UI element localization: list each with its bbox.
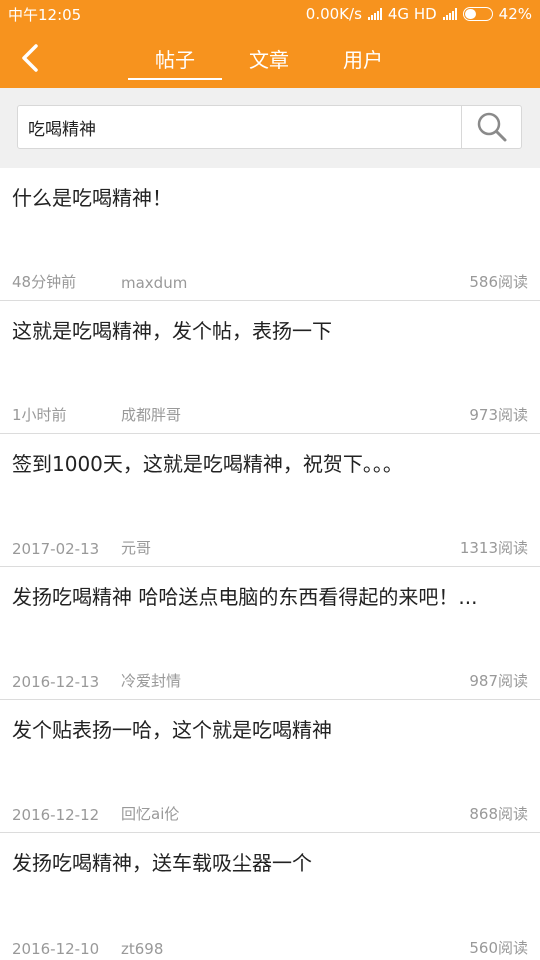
search-button[interactable] [461,106,521,148]
battery-icon [462,7,493,21]
post-author: 成都胖哥 [121,406,182,424]
post-author: 回忆ai伦 [121,805,180,823]
tab-users[interactable]: 用户 [316,28,410,88]
post-read-count: 586阅读 [469,273,528,291]
status-bar: 中午12:05 0.00K/s 4G HD 42% [0,0,540,28]
post-title: 发扬吃喝精神 哈哈送点电脑的东西看得起的来吧！... [12,585,478,609]
search-icon [477,112,506,142]
tab-articles[interactable]: 文章 [222,28,316,88]
post-title: 发扬吃喝精神，送车载吸尘器一个 [12,851,312,875]
post-author: maxdum [121,274,188,292]
search-box [17,105,522,149]
post-title: 发个贴表扬一哈，这个就是吃喝精神 [12,718,332,742]
post-title: 签到1000天，这就是吃喝精神，祝贺下。。。 [12,452,403,476]
post-read-count: 973阅读 [469,406,528,424]
list-item[interactable]: 发扬吃喝精神 哈哈送点电脑的东西看得起的来吧！... 2016-12-13 冷爱… [0,567,540,700]
status-time: 中午12:05 [8,5,82,24]
post-read-count: 868阅读 [469,805,528,823]
post-time: 48分钟前 [12,273,77,291]
post-title: 什么是吃喝精神！ [12,186,172,210]
network-speed: 0.00K/s [305,5,362,23]
post-author: zt698 [121,940,164,958]
list-item[interactable]: 签到1000天，这就是吃喝精神，祝贺下。。。 2017-02-13 元哥 131… [0,434,540,567]
post-read-count: 560阅读 [469,939,528,957]
back-button[interactable] [12,38,52,78]
post-time: 1小时前 [12,406,67,424]
status-indicators: 0.00K/s 4G HD 42% [306,5,532,23]
tab-bar: 帖子 文章 用户 [128,28,410,88]
nav-bar: 帖子 文章 用户 [0,28,540,88]
search-input[interactable] [18,106,461,148]
list-item[interactable]: 什么是吃喝精神！ 48分钟前 maxdum 586阅读 [0,168,540,301]
list-item[interactable]: 这就是吃喝精神，发个帖，表扬一下 1小时前 成都胖哥 973阅读 [0,301,540,434]
post-time: 2016-12-12 [12,806,100,824]
search-area [0,88,540,168]
list-item[interactable]: 发个贴表扬一哈，这个就是吃喝精神 2016-12-12 回忆ai伦 868阅读 [0,700,540,833]
post-list: 什么是吃喝精神！ 48分钟前 maxdum 586阅读 这就是吃喝精神，发个帖，… [0,168,540,960]
signal-icon [367,8,382,20]
post-read-count: 1313阅读 [459,539,528,557]
post-time: 2017-02-13 [12,540,100,558]
post-title: 这就是吃喝精神，发个帖，表扬一下 [12,319,332,343]
post-author: 冷爱封情 [121,672,182,690]
signal-icon [442,8,457,20]
post-time: 2016-12-10 [12,940,100,958]
network-type: 4G HD [387,5,437,23]
back-arrow-icon [22,44,38,72]
list-item[interactable]: 发扬吃喝精神，送车载吸尘器一个 2016-12-10 zt698 560阅读 [0,833,540,960]
post-read-count: 987阅读 [469,672,528,690]
battery-percent: 42% [498,5,532,23]
tab-posts[interactable]: 帖子 [128,28,222,88]
post-author: 元哥 [121,539,152,557]
post-time: 2016-12-13 [12,673,100,691]
